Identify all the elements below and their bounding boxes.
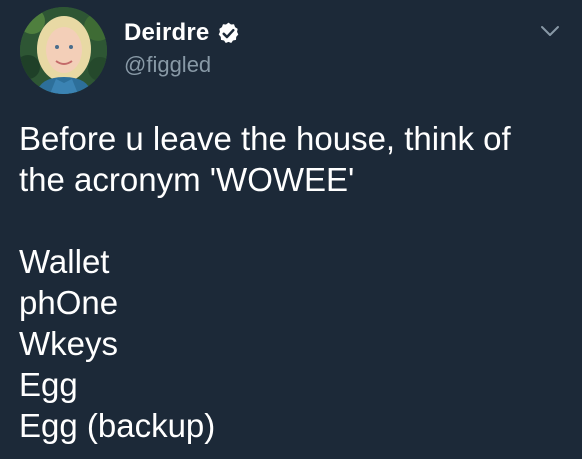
tweet-text-line: Before u leave the house, think of — [19, 120, 511, 157]
list-item: Wkeys — [19, 325, 118, 362]
list-item: Egg (backup) — [19, 407, 216, 444]
tweet-text: Before u leave the house, think of the a… — [19, 118, 569, 446]
verified-badge-icon — [219, 22, 239, 43]
avatar[interactable] — [20, 7, 107, 94]
list-item: Egg — [19, 366, 78, 403]
user-handle[interactable]: @figgled — [124, 52, 211, 78]
list-item: phOne — [19, 284, 119, 321]
display-name-row[interactable]: Deirdre — [124, 16, 241, 50]
tweet-card: Deirdre @figgled Before u leave the hous… — [0, 0, 582, 459]
avatar-image — [20, 7, 107, 94]
chevron-down-icon[interactable] — [540, 24, 560, 38]
display-name[interactable]: Deirdre — [124, 19, 209, 47]
list-item: Wallet — [19, 243, 110, 280]
tweet-text-line: the acronym 'WOWEE' — [19, 161, 355, 198]
